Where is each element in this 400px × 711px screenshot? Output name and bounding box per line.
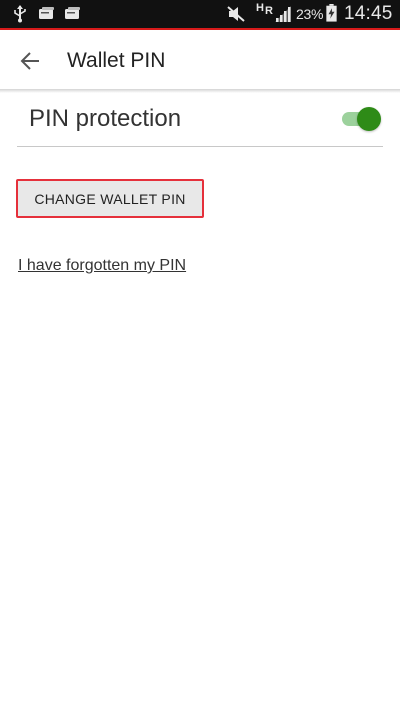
notification-icon: [39, 7, 54, 19]
back-button[interactable]: [12, 46, 48, 76]
network-type-h: H: [256, 2, 264, 14]
pin-protection-label: PIN protection: [29, 105, 182, 132]
screen: H R 23% 14:45 Wallet PIN PIN protection …: [0, 0, 400, 711]
app-bar-shadow: [0, 89, 400, 93]
change-wallet-pin-button[interactable]: CHANGE WALLET PIN: [16, 179, 204, 218]
toggle-thumb: [357, 107, 381, 131]
app-bar: Wallet PIN: [0, 30, 400, 90]
network-type-r: R: [265, 5, 273, 17]
battery-charging-icon: [326, 4, 337, 22]
status-bar: H R 23% 14:45: [0, 0, 400, 28]
page-title: Wallet PIN: [67, 49, 166, 72]
clock: 14:45: [344, 3, 393, 24]
usb-icon: [14, 5, 26, 23]
signal-icon: [275, 6, 291, 22]
notification-icon: [65, 7, 80, 19]
forgot-pin-link[interactable]: I have forgotten my PIN: [18, 257, 186, 275]
pin-protection-row: PIN protection: [17, 96, 383, 147]
mute-icon: [227, 6, 245, 22]
battery-percent: 23%: [296, 6, 324, 22]
arrow-back-icon: [20, 52, 39, 70]
pin-protection-toggle[interactable]: [342, 106, 382, 132]
